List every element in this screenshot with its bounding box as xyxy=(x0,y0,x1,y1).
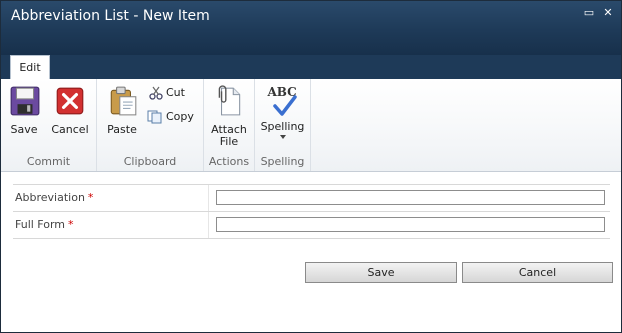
clipboard-group-label: Clipboard xyxy=(123,155,177,168)
spelling-button[interactable]: ABC Spelling xyxy=(260,85,305,139)
full-form-label: Full Form * xyxy=(15,218,74,231)
abbreviation-input[interactable] xyxy=(216,190,605,205)
actions-group-label: Actions xyxy=(208,155,250,168)
attach-file-icon xyxy=(218,85,241,116)
form-row-abbreviation: Abbreviation * xyxy=(13,184,610,212)
close-icon[interactable]: ✕ xyxy=(602,7,614,19)
required-marker: * xyxy=(87,191,94,204)
form-row-full-form: Full Form * xyxy=(13,212,610,239)
cancel-ribbon-button[interactable]: Cancel xyxy=(51,85,89,135)
ribbon-group-clipboard: Paste Cut Copy Clipboard xyxy=(97,79,204,171)
ribbon-tab-row: Edit xyxy=(1,55,621,80)
full-form-label-text: Full Form xyxy=(15,218,66,231)
cancel-button[interactable]: Cancel xyxy=(462,262,613,283)
attach-label-line2: File xyxy=(219,135,239,148)
full-form-input[interactable] xyxy=(216,217,605,232)
spelling-group-label: Spelling xyxy=(260,155,305,168)
commit-group-label: Commit xyxy=(26,155,71,168)
ribbon: Save Cancel Commit Paste Cut Copy Clipbo… xyxy=(1,79,621,172)
copy-icon xyxy=(147,110,162,124)
copy-button[interactable]: Copy xyxy=(147,107,194,127)
save-ribbon-button[interactable]: Save xyxy=(9,85,40,136)
cut-label: Cut xyxy=(166,86,185,99)
ribbon-group-spelling: ABC Spelling Spelling xyxy=(255,79,311,171)
copy-label: Copy xyxy=(166,110,194,123)
title-bar: Abbreviation List - New Item ▭ ✕ xyxy=(1,1,621,55)
ribbon-group-actions: Attach File Actions xyxy=(204,79,255,171)
attach-label-line1: Attach xyxy=(211,123,247,136)
item-form: Abbreviation * Full Form * xyxy=(13,184,610,239)
abbreviation-label-text: Abbreviation xyxy=(15,191,85,204)
column-divider xyxy=(208,212,209,238)
paste-icon xyxy=(110,86,137,116)
new-item-dialog: Abbreviation List - New Item ▭ ✕ Edit Sa… xyxy=(0,0,622,333)
cancel-icon xyxy=(56,87,84,115)
cancel-ribbon-label: Cancel xyxy=(51,123,89,136)
save-icon xyxy=(10,86,40,116)
abbreviation-label: Abbreviation * xyxy=(15,191,93,204)
checkmark-icon xyxy=(272,95,297,116)
spelling-icon: ABC xyxy=(267,85,299,117)
save-ribbon-label: Save xyxy=(10,123,38,136)
column-divider xyxy=(208,185,209,211)
paste-ribbon-label: Paste xyxy=(107,123,137,136)
save-button[interactable]: Save xyxy=(305,262,457,283)
cut-icon xyxy=(149,86,163,100)
maximize-icon[interactable]: ▭ xyxy=(583,7,595,19)
dialog-title: Abbreviation List - New Item xyxy=(11,8,210,24)
attach-file-button[interactable]: Attach File xyxy=(209,85,249,147)
ribbon-group-commit: Save Cancel Commit xyxy=(1,79,97,171)
paste-ribbon-button[interactable]: Paste xyxy=(107,85,137,135)
cut-button[interactable]: Cut xyxy=(149,83,185,103)
dropdown-arrow-icon[interactable] xyxy=(279,135,286,139)
tab-edit[interactable]: Edit xyxy=(10,55,50,80)
required-marker: * xyxy=(68,218,74,231)
spelling-label: Spelling xyxy=(260,120,305,133)
